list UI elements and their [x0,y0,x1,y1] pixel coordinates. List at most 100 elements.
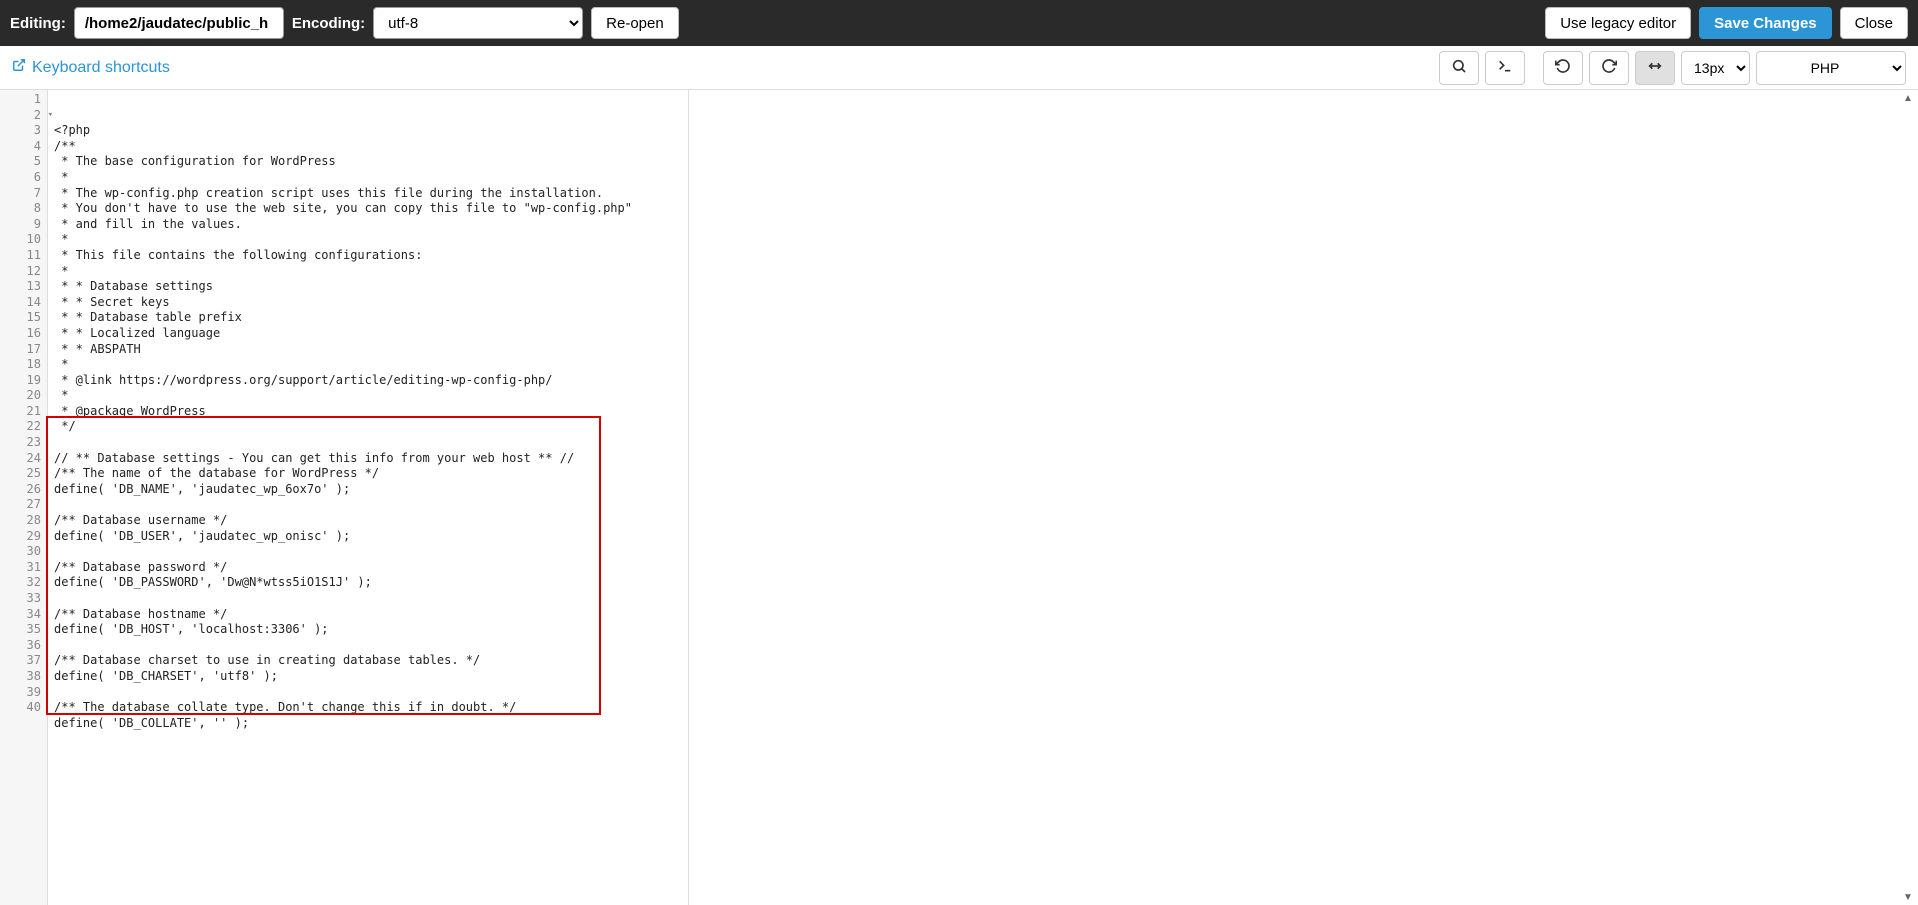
line-number[interactable]: 10 [0,232,47,248]
code-content[interactable]: <?php/** * The base configuration for Wo… [48,90,1918,905]
code-line[interactable]: * * Secret keys [54,295,1918,311]
code-line[interactable]: * [54,170,1918,186]
redo-button[interactable] [1589,51,1629,85]
save-changes-button[interactable]: Save Changes [1699,7,1832,39]
code-line[interactable] [54,731,1918,747]
line-number[interactable]: 12 [0,264,47,280]
code-line[interactable]: define( 'DB_CHARSET', 'utf8' ); [54,669,1918,685]
line-number[interactable]: 5 [0,154,47,170]
wrap-toggle-button[interactable] [1635,51,1675,85]
code-line[interactable]: /** Database hostname */ [54,607,1918,623]
code-line[interactable]: * @link https://wordpress.org/support/ar… [54,373,1918,389]
code-line[interactable]: * This file contains the following confi… [54,248,1918,264]
line-number[interactable]: 13 [0,279,47,295]
line-number[interactable]: 34 [0,607,47,623]
code-line[interactable] [54,591,1918,607]
scroll-up-arrow[interactable]: ▲ [1900,90,1916,106]
line-number[interactable]: 33 [0,591,47,607]
line-number[interactable]: 18 [0,357,47,373]
line-number[interactable]: 23 [0,435,47,451]
code-line[interactable]: * @package WordPress [54,404,1918,420]
line-number[interactable]: 17 [0,342,47,358]
code-line[interactable]: * and fill in the values. [54,217,1918,233]
search-button[interactable] [1439,51,1479,85]
line-number[interactable]: 36 [0,638,47,654]
code-line[interactable]: define( 'DB_PASSWORD', 'Dw@N*wtss5iO1S1J… [54,575,1918,591]
code-line[interactable] [54,497,1918,513]
close-button[interactable]: Close [1840,7,1908,39]
line-number[interactable]: 39 [0,685,47,701]
reopen-button[interactable]: Re-open [591,7,679,39]
line-number[interactable]: 4 [0,139,47,155]
line-number-gutter[interactable]: 1234567891011121314151617181920212223242… [0,90,48,905]
code-line[interactable]: */ [54,419,1918,435]
language-select[interactable]: PHP [1756,51,1906,85]
line-number[interactable]: 6 [0,170,47,186]
code-line[interactable] [54,685,1918,701]
line-number[interactable]: 2 [0,108,47,124]
line-number[interactable]: 29 [0,529,47,545]
code-line[interactable]: define( 'DB_HOST', 'localhost:3306' ); [54,622,1918,638]
code-line[interactable]: * * ABSPATH [54,342,1918,358]
code-line[interactable]: define( 'DB_NAME', 'jaudatec_wp_6ox7o' )… [54,482,1918,498]
line-number[interactable]: 21 [0,404,47,420]
code-line[interactable]: // ** Database settings - You can get th… [54,451,1918,467]
code-line[interactable]: * [54,232,1918,248]
fontsize-select[interactable]: 13px [1681,51,1750,85]
line-number[interactable]: 19 [0,373,47,389]
legacy-editor-button[interactable]: Use legacy editor [1545,7,1691,39]
line-number[interactable]: 38 [0,669,47,685]
code-line[interactable] [54,638,1918,654]
line-number[interactable]: 22 [0,419,47,435]
code-line[interactable]: * [54,264,1918,280]
line-number[interactable]: 8 [0,201,47,217]
file-path-input[interactable] [74,7,284,39]
line-number[interactable]: 28 [0,513,47,529]
editor-split-divider[interactable] [688,90,689,905]
line-number[interactable]: 15 [0,310,47,326]
code-line[interactable]: /** Database charset to use in creating … [54,653,1918,669]
line-number[interactable]: 25 [0,466,47,482]
line-number[interactable]: 7 [0,186,47,202]
encoding-select[interactable]: utf-8 [373,7,583,39]
code-line[interactable]: /** [54,139,1918,155]
keyboard-shortcuts-link[interactable]: Keyboard shortcuts [12,58,170,77]
code-line[interactable]: * You don't have to use the web site, yo… [54,201,1918,217]
code-line[interactable]: * * Database settings [54,279,1918,295]
code-line[interactable]: <?php [54,123,1918,139]
line-number[interactable]: 31 [0,560,47,576]
code-line[interactable]: /** The name of the database for WordPre… [54,466,1918,482]
code-line[interactable]: /** Database username */ [54,513,1918,529]
line-number[interactable]: 32 [0,575,47,591]
line-number[interactable]: 20 [0,388,47,404]
code-line[interactable]: * The base configuration for WordPress [54,154,1918,170]
line-number[interactable]: 11 [0,248,47,264]
line-number[interactable]: 3 [0,123,47,139]
line-number[interactable]: 14 [0,295,47,311]
code-line[interactable]: /** Database password */ [54,560,1918,576]
line-number[interactable]: 27 [0,497,47,513]
line-number[interactable]: 40 [0,700,47,716]
line-number[interactable]: 26 [0,482,47,498]
code-line[interactable] [54,435,1918,451]
line-number[interactable]: 35 [0,622,47,638]
terminal-button[interactable] [1485,51,1525,85]
line-number[interactable]: 24 [0,451,47,467]
code-line[interactable]: * [54,357,1918,373]
scroll-down-arrow[interactable]: ▼ [1900,889,1916,905]
line-number[interactable]: 30 [0,544,47,560]
line-number[interactable]: 9 [0,217,47,233]
line-number[interactable]: 16 [0,326,47,342]
undo-button[interactable] [1543,51,1583,85]
code-line[interactable]: * * Database table prefix [54,310,1918,326]
code-line[interactable]: /** The database collate type. Don't cha… [54,700,1918,716]
code-line[interactable]: * [54,388,1918,404]
code-line[interactable]: * * Localized language [54,326,1918,342]
code-line[interactable] [54,544,1918,560]
code-line[interactable]: define( 'DB_COLLATE', '' ); [54,716,1918,732]
line-number[interactable]: 1 [0,92,47,108]
vertical-scrollbar[interactable]: ▲ ▼ [1900,90,1916,905]
code-line[interactable]: * The wp-config.php creation script uses… [54,186,1918,202]
line-number[interactable]: 37 [0,653,47,669]
code-line[interactable]: define( 'DB_USER', 'jaudatec_wp_onisc' )… [54,529,1918,545]
